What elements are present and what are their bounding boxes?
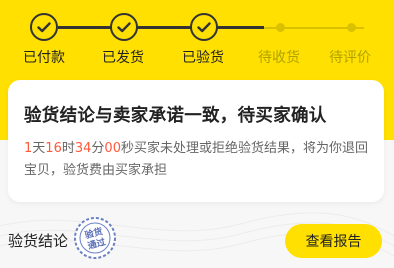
inspection-result-row: 验货结论 验货 通过 查看报告 [0, 210, 394, 268]
progress-line-done [58, 26, 264, 29]
step-inspected-check-icon [190, 13, 218, 41]
countdown-seconds-unit: 秒 [120, 141, 134, 156]
status-card: 验货结论与卖家承诺一致，待买家确认 1天16时34分00秒买家未处理或拒绝验货结… [8, 80, 384, 202]
inspection-passed-stamp-icon: 验货 通过 [74, 217, 116, 259]
status-title: 验货结论与卖家承诺一致，待买家确认 [24, 106, 327, 126]
status-description: 1天16时34分00秒买家未处理或拒绝验货结果，将为你退回宝贝，验货费由买家承担 [24, 138, 369, 182]
step-shipped-check-icon [110, 13, 138, 41]
step-receive-dot-icon [276, 23, 285, 32]
step-label-shipped: 已发货 [102, 50, 144, 66]
view-report-button[interactable]: 查看报告 [285, 224, 382, 258]
step-label-inspected: 已验货 [182, 50, 224, 66]
countdown-minutes: 34 [74, 141, 92, 156]
countdown-seconds: 00 [104, 141, 121, 156]
step-paid-check-icon [30, 13, 58, 41]
countdown-hours-unit: 时 [61, 141, 75, 156]
step-label-receive: 待收货 [258, 50, 300, 66]
step-label-paid: 已付款 [23, 50, 65, 66]
step-label-review: 待评价 [329, 50, 371, 66]
step-review-dot-icon [347, 23, 356, 32]
countdown-minutes-unit: 分 [91, 141, 105, 156]
inspection-result-label: 验货结论 [8, 232, 69, 250]
countdown-hours: 16 [45, 141, 62, 156]
countdown-days-unit: 天 [32, 141, 46, 156]
